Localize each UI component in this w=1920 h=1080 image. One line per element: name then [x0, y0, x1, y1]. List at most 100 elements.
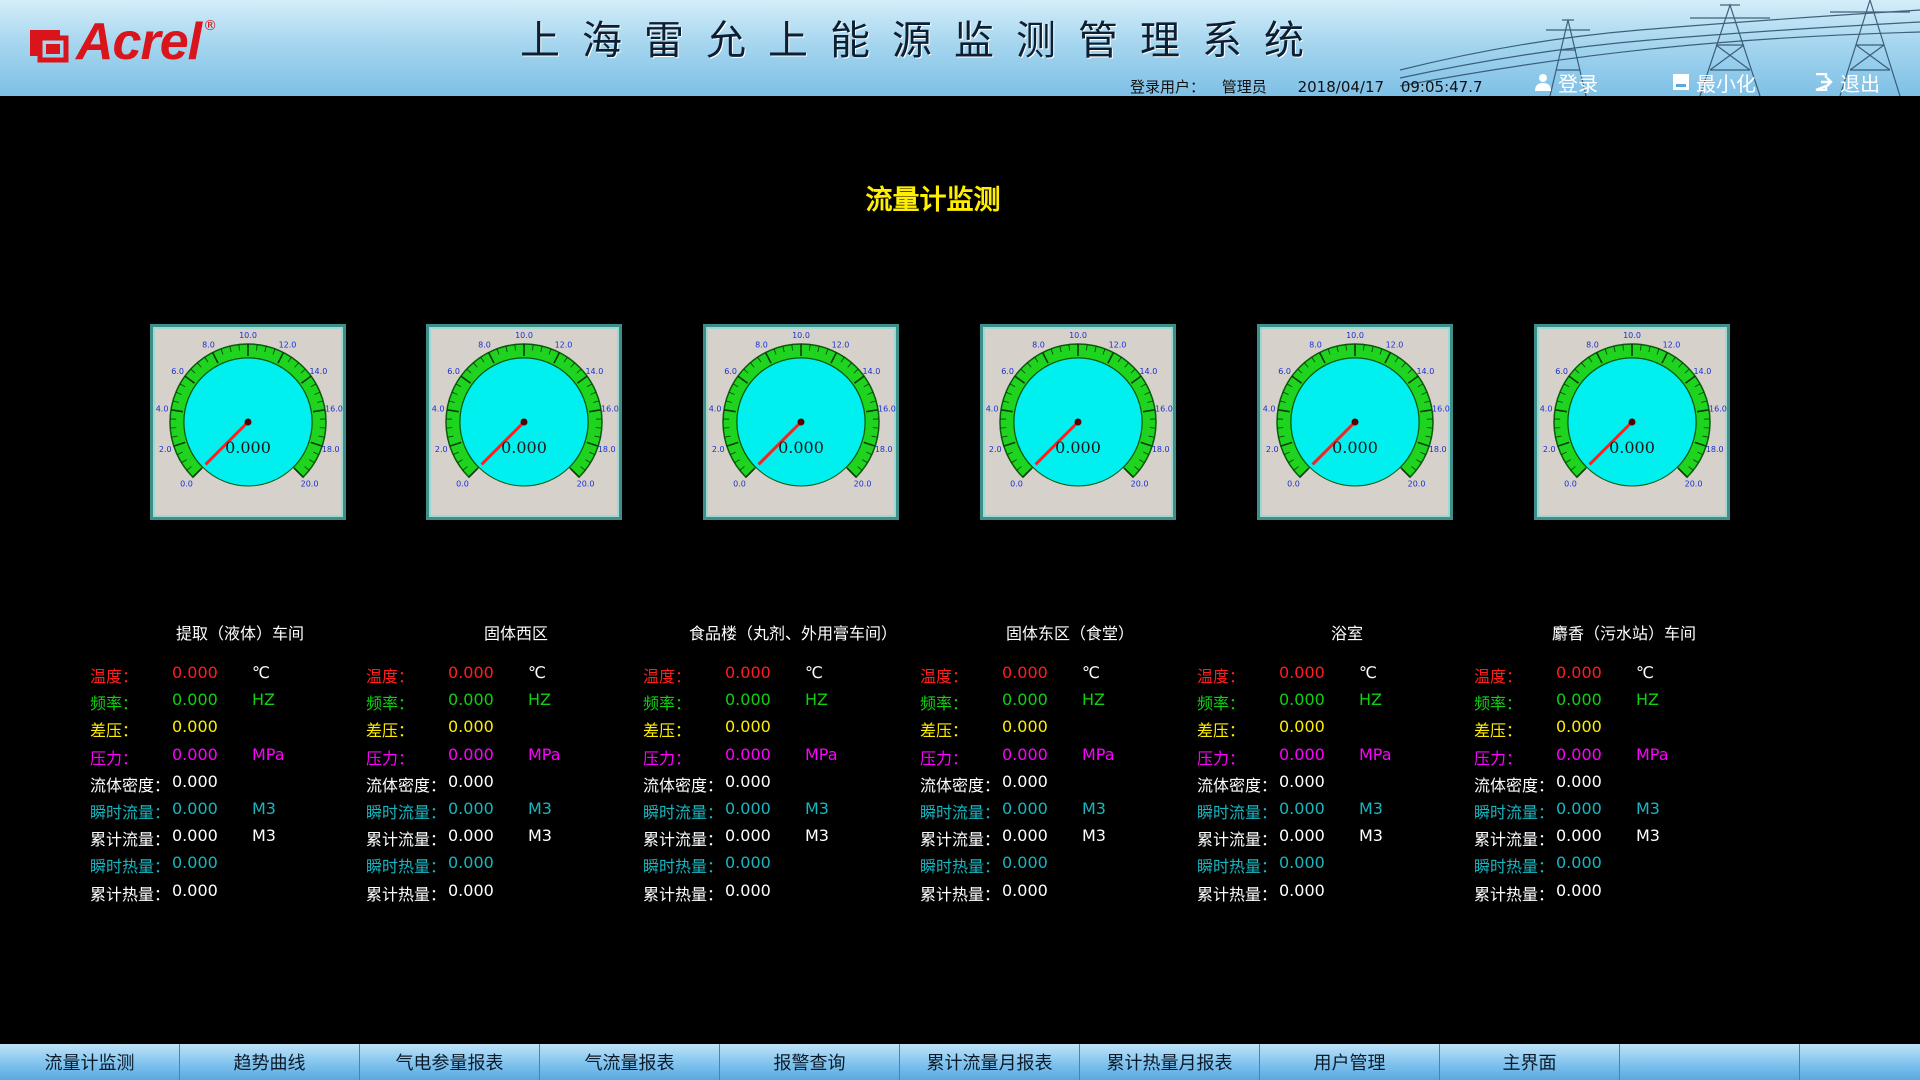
- meter-label: 瞬时流量：: [920, 803, 1001, 822]
- gauge-tick-label: 10.0: [239, 331, 257, 340]
- current-time: 09:05:47.7: [1400, 78, 1483, 96]
- gauge-tick-label: 0.0: [733, 480, 746, 489]
- meter-value: 0.000: [1556, 826, 1602, 846]
- meter-unit: ℃: [1359, 663, 1377, 682]
- meter-label: 压力：: [1197, 748, 1246, 768]
- gauge-tick-label: 16.0: [1709, 404, 1727, 413]
- gauge-tick-label: 4.0: [1263, 404, 1276, 413]
- meter-label: 瞬时流量：: [90, 803, 171, 822]
- gauge-hub: [244, 418, 252, 426]
- bottom-nav: 流量计监测 趋势曲线 气电参量报表 气流量报表 报警查询 累计流量月报表 累计热量月报表 用户…: [0, 1044, 1920, 1080]
- gauge-tick-label: 2.0: [989, 445, 1002, 454]
- nav-tab[interactable]: 趋势曲线: [180, 1044, 360, 1080]
- meter-value: 0.000: [725, 826, 771, 846]
- gauge-hub: [1074, 418, 1082, 426]
- meter-value: 0.000: [725, 799, 771, 818]
- meter-unit: M3: [1359, 799, 1383, 818]
- gauge-tick-label: 4.0: [986, 404, 999, 413]
- gauge-tick-label: 20.0: [1685, 480, 1703, 489]
- flow-gauge: 0.0 2.0 4.0 6.0 8.0 10.0 12.0 14.0 16.0 18.0 20.0 0…: [150, 324, 346, 520]
- gauge-tick-label: 6.0: [1001, 367, 1014, 376]
- gauge-value: 0.000: [778, 438, 824, 457]
- meter-unit: M3: [1082, 826, 1106, 846]
- meter-label: 流体密度：: [1474, 775, 1555, 795]
- meter-label: 瞬时热量：: [920, 857, 1001, 877]
- gauge-tick-label: 10.0: [1623, 331, 1641, 340]
- meter-label: 瞬时热量：: [366, 857, 447, 877]
- gauge-tick-label: 18.0: [1706, 445, 1724, 454]
- meter-value: 0.000: [725, 744, 771, 764]
- gauge-tick-label: 14.0: [1693, 367, 1711, 376]
- gauge-tick-label: 4.0: [709, 404, 722, 413]
- meter-label: 瞬时流量：: [366, 803, 447, 822]
- meter-value: 0.000: [1556, 853, 1602, 873]
- meter-value: 0.000: [725, 771, 771, 791]
- meter-label: 差压：: [1197, 721, 1246, 741]
- gauge-tick-label: 18.0: [1152, 445, 1170, 454]
- logout-button[interactable]: 退出: [1814, 70, 1880, 96]
- meter-label: 频率：: [1474, 694, 1523, 714]
- meter-value: 0.000: [1279, 771, 1325, 791]
- flow-gauge: 0.0 2.0 4.0 6.0 8.0 10.0 12.0 14.0 16.0 18.0 20.0 0…: [1534, 324, 1730, 520]
- meter-label: 温度：: [366, 667, 415, 686]
- meter-value: 0.000: [448, 663, 494, 682]
- gauge-hub: [797, 418, 805, 426]
- meter-label: 温度：: [1474, 667, 1523, 686]
- nav-tab[interactable]: 用户管理: [1260, 1044, 1440, 1080]
- meter-value: 0.000: [1556, 690, 1602, 710]
- meter-unit: MPa: [1359, 744, 1392, 764]
- nav-tab[interactable]: [1620, 1044, 1800, 1080]
- meter-value: 0.000: [448, 744, 494, 764]
- meter-value: 0.000: [725, 880, 771, 900]
- meter-label: 压力：: [920, 748, 969, 768]
- meter-value: 0.000: [172, 771, 218, 791]
- gauge-tick-label: 8.0: [478, 340, 491, 349]
- gauge-dial: 0.0 2.0 4.0 6.0 8.0 10.0 12.0 14.0 16.0 18.0 20.0 0…: [432, 331, 619, 489]
- gauge-tick-label: 6.0: [724, 367, 737, 376]
- meter-label: 瞬时热量：: [643, 857, 724, 877]
- meter-unit: M3: [252, 799, 276, 818]
- gauge-tick-label: 10.0: [1069, 331, 1087, 340]
- nav-tab[interactable]: 气电参量报表: [360, 1044, 540, 1080]
- flow-gauge: 0.0 2.0 4.0 6.0 8.0 10.0 12.0 14.0 16.0 18.0 20.0 0…: [1257, 324, 1453, 520]
- meter-value: 0.000: [172, 853, 218, 873]
- gauge-tick-label: 18.0: [598, 445, 616, 454]
- minimize-icon: [1673, 74, 1689, 90]
- gauge-tick-label: 12.0: [1109, 340, 1127, 349]
- meter-value: 0.000: [1556, 799, 1602, 818]
- meter-value: 0.000: [172, 744, 218, 764]
- logo-text: Acrel: [76, 13, 202, 71]
- nav-tab[interactable]: 累计热量月报表: [1080, 1044, 1260, 1080]
- nav-tab[interactable]: 报警查询: [720, 1044, 900, 1080]
- meter-label: 累计流量：: [1474, 830, 1555, 850]
- meter-label: 温度：: [90, 667, 139, 686]
- gauge-tick-label: 8.0: [1309, 340, 1322, 349]
- gauge-value: 0.000: [225, 438, 271, 457]
- meter-value: 0.000: [725, 717, 771, 737]
- minimize-button[interactable]: 最小化: [1672, 70, 1756, 96]
- nav-tab[interactable]: 流量计监测: [0, 1044, 180, 1080]
- system-title: 上海雷允上能源监测管理系统: [520, 18, 1326, 64]
- gauge-value: 0.000: [501, 438, 547, 457]
- logo-mark-icon: [30, 30, 69, 63]
- meter-value: 0.000: [1002, 880, 1048, 900]
- gauge-tick-label: 6.0: [171, 367, 184, 376]
- nav-tab[interactable]: 累计流量月报表: [900, 1044, 1080, 1080]
- gauge-tick-label: 2.0: [435, 445, 448, 454]
- meter-label: 瞬时流量：: [643, 803, 724, 822]
- nav-tab[interactable]: 气流量报表: [540, 1044, 720, 1080]
- meter-label: 温度：: [920, 667, 969, 686]
- minimize-button-label: 最小化: [1696, 71, 1756, 96]
- meter-label: 瞬时热量：: [90, 857, 171, 877]
- meter-unit: HZ: [1636, 690, 1659, 710]
- meter-unit: ℃: [1082, 663, 1100, 682]
- login-button[interactable]: 登录: [1534, 70, 1598, 96]
- meter-label: 流体密度：: [90, 775, 171, 795]
- nav-tab[interactable]: 主界面: [1440, 1044, 1620, 1080]
- gauge-tick-label: 4.0: [1540, 404, 1553, 413]
- meter-value: 0.000: [1556, 880, 1602, 900]
- gauge-tick-label: 4.0: [156, 404, 169, 413]
- login-user-name: 管理员: [1221, 78, 1267, 96]
- meter-value: 0.000: [1279, 744, 1325, 764]
- gauge-tick-label: 18.0: [1429, 445, 1447, 454]
